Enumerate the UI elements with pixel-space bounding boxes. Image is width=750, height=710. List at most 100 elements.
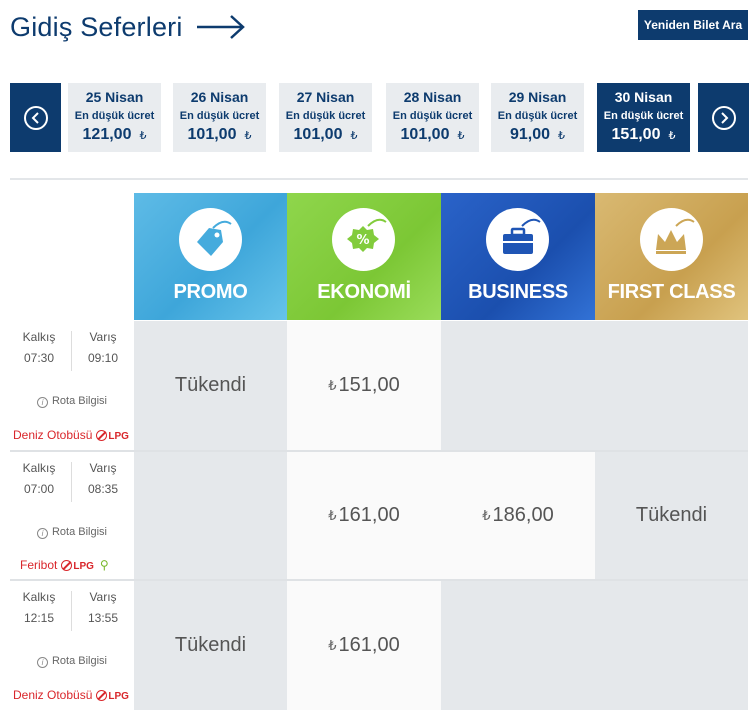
date-card[interactable]: 26 Nisan En düşük ücret 101,00 ₺ — [173, 83, 266, 152]
currency-icon: ₺ — [350, 130, 358, 142]
arrival-label: Varış — [89, 330, 117, 344]
date-card-label: En düşük ücret — [497, 110, 578, 122]
arrival-time: Varış 13:55 — [78, 589, 128, 626]
fare-cell-ekonomi[interactable]: ₺ 151,00 — [287, 321, 441, 450]
fare-cell-first-class — [595, 581, 748, 710]
sold-out-label: Tükendi — [174, 374, 247, 396]
date-card-price-value: 121,00 — [82, 126, 132, 143]
class-header-first-class: FIRST CLASS — [595, 193, 748, 320]
date-card[interactable]: 27 Nisan En düşük ücret 101,00 ₺ — [279, 83, 372, 152]
info-icon: i — [36, 657, 48, 668]
fare-cell-ekonomi[interactable]: ₺ 161,00 — [287, 452, 441, 579]
date-card-date: 28 Nisan — [403, 89, 462, 105]
date-card-date: 29 Nisan — [508, 89, 567, 105]
date-card-price-value: 101,00 — [400, 126, 450, 143]
fare-cell-business — [441, 581, 595, 710]
date-card-price-value: 91,00 — [509, 126, 551, 143]
trip-times: Kalkış 07:00 Varış 08:35 — [10, 460, 134, 504]
currency-icon: ₺ — [139, 130, 147, 142]
fare-price: 161,00 — [338, 634, 400, 656]
date-card-label: En düşük ücret — [285, 110, 366, 122]
vessel-name: Feribot — [20, 558, 58, 572]
trip-info: Kalkış 07:30 Varış 09:10 i Rota Bilgisi D… — [10, 321, 134, 450]
route-info-label: Rota Bilgisi — [51, 526, 108, 538]
chevron-left-icon — [23, 105, 48, 130]
currency-icon: ₺ — [558, 130, 566, 142]
arrival-time: Varış 08:35 — [78, 460, 128, 497]
class-name-business: BUSINESS — [468, 281, 568, 303]
vessel-name: Deniz Otobüsü — [13, 688, 93, 702]
route-info-link[interactable]: i Rota Bilgisi — [10, 526, 134, 539]
date-card[interactable]: 28 Nisan En düşük ücret 101,00 ₺ — [386, 83, 479, 152]
currency-icon: ₺ — [328, 377, 337, 393]
departure-time: Kalkış 12:15 — [14, 589, 64, 626]
fare-price: 161,00 — [338, 504, 400, 526]
arrow-right-icon — [197, 15, 245, 39]
trip-info: Kalkış 12:15 Varış 13:55 i Rota Bilgisi D… — [10, 581, 134, 710]
date-card-price: 101,00 ₺ — [386, 126, 479, 145]
departure-time: Kalkış 07:00 — [14, 460, 64, 497]
vessel-type: Deniz Otobüsü LPG — [13, 428, 129, 442]
departure-label: Kalkış — [22, 590, 56, 604]
fare-cell-promo: Tükendi — [134, 581, 287, 710]
currency-icon: ₺ — [328, 637, 337, 653]
info-icon: i — [36, 397, 48, 408]
arrival-value: 13:55 — [87, 611, 119, 625]
lpg-label: LPG — [108, 431, 129, 442]
next-date-button[interactable] — [698, 83, 749, 152]
no-lpg-icon — [96, 430, 108, 441]
arrival-label: Varış — [89, 590, 117, 604]
arrival-value: 08:35 — [87, 482, 119, 496]
date-card-price: 101,00 ₺ — [279, 126, 372, 145]
date-card-price-value: 151,00 — [611, 126, 661, 143]
currency-icon: ₺ — [244, 130, 252, 142]
trip-info: Kalkış 07:00 Varış 08:35 i Rota Bilgisi F… — [10, 452, 134, 579]
info-icon: i — [36, 528, 48, 539]
departure-value: 12:15 — [23, 611, 55, 625]
route-info-label: Rota Bilgisi — [51, 395, 108, 407]
trip-row: Kalkış 07:30 Varış 09:10 i Rota Bilgisi D… — [10, 321, 748, 450]
date-card-date: 30 Nisan — [614, 89, 673, 105]
date-card-price: 101,00 ₺ — [173, 126, 266, 145]
class-header-business: BUSINESS — [441, 193, 595, 320]
trip-times: Kalkış 12:15 Varış 13:55 — [10, 589, 134, 633]
search-again-button[interactable]: Yeniden Bilet Ara — [638, 10, 748, 40]
vessel-name: Deniz Otobüsü — [13, 428, 93, 442]
departure-value: 07:00 — [23, 482, 55, 496]
route-info-link[interactable]: i Rota Bilgisi — [10, 655, 134, 668]
currency-icon: ₺ — [668, 130, 676, 142]
fare-price: 186,00 — [492, 504, 554, 526]
date-card-date: 26 Nisan — [190, 89, 249, 105]
fare-cell-ekonomi[interactable]: ₺ 161,00 — [287, 581, 441, 710]
class-header-ekonomi: % EKONOMİ — [287, 193, 441, 320]
fare-cell-business[interactable]: ₺ 186,00 — [441, 452, 595, 579]
date-card-price-value: 101,00 — [293, 126, 343, 143]
fare-cell-promo: Tükendi — [134, 321, 287, 450]
arrival-value: 09:10 — [87, 351, 119, 365]
page-title: Gidiş Seferleri — [10, 12, 183, 42]
trip-row: Kalkış 12:15 Varış 13:55 i Rota Bilgisi D… — [10, 581, 748, 710]
date-card-price-value: 101,00 — [187, 126, 237, 143]
arrival-time: Varış 09:10 — [78, 329, 128, 366]
svg-text:%: % — [356, 233, 369, 248]
fare-cell-first-class — [595, 321, 748, 450]
date-card[interactable]: 25 Nisan En düşük ücret 121,00 ₺ — [68, 83, 161, 152]
chevron-right-icon — [711, 105, 736, 130]
route-info-link[interactable]: i Rota Bilgisi — [10, 395, 134, 408]
prev-date-button[interactable] — [10, 83, 61, 152]
currency-icon: ₺ — [482, 507, 491, 523]
sold-out-label: Tükendi — [635, 504, 708, 526]
date-card-date: 25 Nisan — [85, 89, 144, 105]
date-card-selected[interactable]: 30 Nisan En düşük ücret 151,00 ₺ — [597, 83, 690, 152]
vessel-type: Deniz Otobüsü LPG — [13, 688, 129, 702]
trip-times: Kalkış 07:30 Varış 09:10 — [10, 329, 134, 373]
tag-icon — [179, 208, 242, 271]
currency-icon: ₺ — [328, 507, 337, 523]
date-card[interactable]: 29 Nisan En düşük ücret 91,00 ₺ — [491, 83, 584, 152]
date-selector: 25 Nisan En düşük ücret 121,00 ₺ 26 Nisan… — [10, 83, 749, 152]
fare-cell-business — [441, 321, 595, 450]
divider — [10, 178, 748, 180]
date-card-price: 151,00 ₺ — [597, 126, 690, 145]
fare-price: 151,00 — [338, 374, 400, 396]
date-card-price: 121,00 ₺ — [68, 126, 161, 145]
